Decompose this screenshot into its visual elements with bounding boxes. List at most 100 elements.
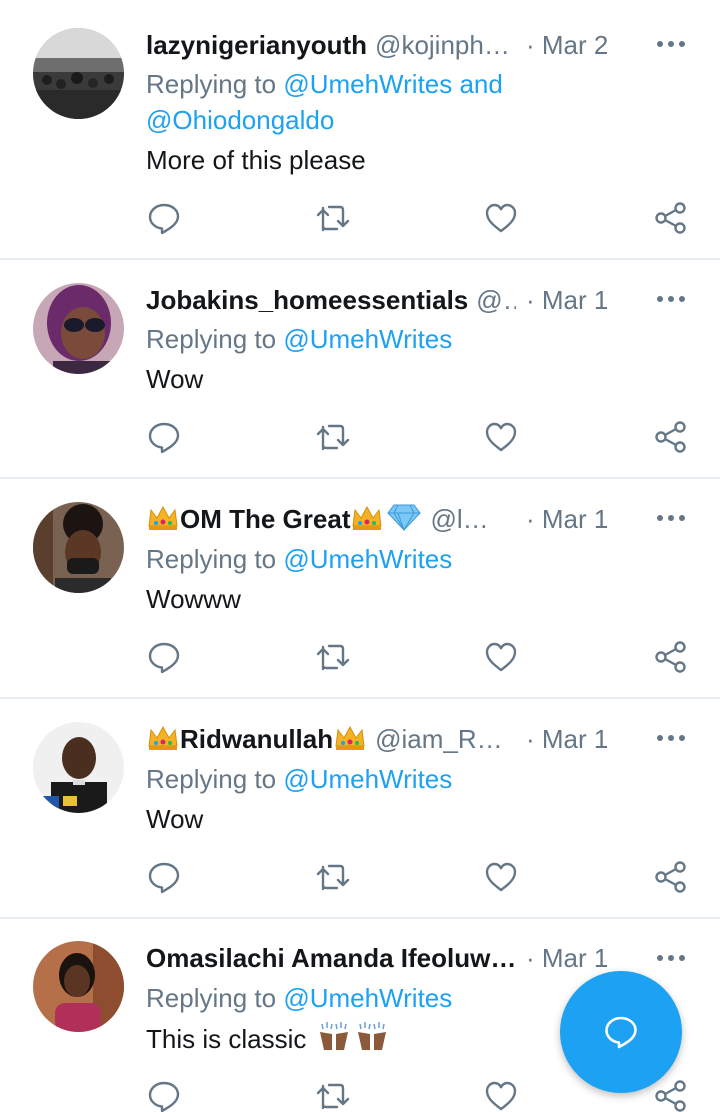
tweet-3[interactable]: OM The Great @la… · Mar 1 Replying to @U…	[0, 479, 720, 697]
tweet-actions	[0, 860, 720, 896]
display-name[interactable]: Jobakins_homeessentials	[146, 280, 468, 320]
tweet-text: More of this please	[146, 145, 366, 175]
reply-button[interactable]	[147, 420, 181, 454]
more-icon[interactable]	[656, 295, 686, 303]
user-handle[interactable]: @la…	[430, 499, 502, 539]
reply-button[interactable]	[147, 1079, 181, 1112]
avatar[interactable]	[33, 722, 124, 813]
reply-icon	[148, 1081, 180, 1112]
like-button[interactable]	[484, 860, 518, 894]
more-icon[interactable]	[656, 514, 686, 522]
tweet-date[interactable]: · Mar 1	[526, 499, 608, 539]
replying-to-label: Replying to	[146, 764, 284, 794]
tweet-actions	[0, 420, 720, 456]
share-icon	[655, 202, 686, 234]
gem-emoji-icon	[387, 504, 422, 531]
tweet-header: Omasilachi Amanda Ifeoluw… · Mar 1	[146, 938, 636, 978]
tweet-2[interactable]: Jobakins_homeessentials @.. · Mar 1 Reply…	[0, 260, 720, 477]
retweet-icon	[316, 424, 350, 451]
tweet-date[interactable]: · Mar 1	[526, 719, 608, 759]
more-icon[interactable]	[656, 40, 686, 48]
tweet-4[interactable]: Ridwanullah @iam_Re… · Mar 1 Replying to…	[0, 699, 720, 917]
replying-to: Replying to @UmehWrites	[146, 321, 566, 357]
more-icon[interactable]	[656, 734, 686, 742]
retweet-button[interactable]	[316, 640, 350, 674]
display-name[interactable]: OM The Great	[146, 499, 422, 539]
display-name-text: Ridwanullah	[180, 724, 334, 754]
share-button[interactable]	[654, 1079, 688, 1112]
crown-emoji-icon	[335, 725, 365, 750]
tweet-header: Ridwanullah @iam_Re… · Mar 1	[146, 719, 636, 759]
avatar[interactable]	[33, 28, 124, 119]
replying-to: Replying to @UmehWrites	[146, 761, 566, 797]
compose-reply-icon	[605, 1016, 637, 1049]
mention-link[interactable]: @UmehWrites	[283, 324, 452, 354]
tweet-text: Wow	[146, 364, 204, 394]
tweet-actions	[0, 640, 720, 676]
tweet-1[interactable]: lazynigerianyouth @kojinph… · Mar 2 Reply…	[0, 0, 720, 258]
tweet-header: Jobakins_homeessentials @.. · Mar 1	[146, 280, 636, 320]
retweet-button[interactable]	[316, 1079, 350, 1112]
tweet-text: Wowww	[146, 584, 241, 614]
reply-button[interactable]	[147, 201, 181, 235]
share-icon	[655, 641, 686, 673]
tweet-header: OM The Great @la… · Mar 1	[146, 499, 636, 539]
user-handle[interactable]: @iam_Re…	[375, 719, 507, 759]
reply-icon	[148, 862, 180, 894]
replying-to: Replying to @UmehWrites	[146, 980, 566, 1016]
reply-icon	[148, 642, 180, 674]
mention-link[interactable]: @UmehWrites	[283, 544, 452, 574]
share-button[interactable]	[654, 201, 688, 235]
replying-to-label: Replying to	[146, 324, 284, 354]
heart-icon	[485, 203, 517, 233]
share-button[interactable]	[654, 860, 688, 894]
user-handle[interactable]: @kojinph…	[375, 25, 510, 65]
avatar[interactable]	[33, 502, 124, 593]
raising-hands-emoji-icon	[319, 1022, 348, 1050]
avatar[interactable]	[33, 283, 124, 374]
share-icon	[655, 421, 686, 453]
more-icon[interactable]	[656, 954, 686, 962]
retweet-icon	[316, 1083, 350, 1110]
mention-link[interactable]: @UmehWrites	[283, 983, 452, 1013]
like-button[interactable]	[484, 640, 518, 674]
like-button[interactable]	[484, 420, 518, 454]
share-button[interactable]	[654, 640, 688, 674]
tweet-text-content: This is classic	[146, 1024, 307, 1054]
replying-to-label: Replying to	[146, 983, 284, 1013]
like-button[interactable]	[484, 1079, 518, 1112]
share-icon	[655, 861, 686, 893]
tweet-date[interactable]: · Mar 2	[526, 25, 608, 65]
tweet-text: This is classic	[146, 1020, 390, 1057]
retweet-button[interactable]	[316, 201, 350, 235]
user-handle[interactable]: @..	[476, 280, 516, 320]
raising-hands-emoji-icon	[357, 1022, 386, 1050]
tweet-text: Wow	[146, 804, 204, 834]
replying-to: Replying to @UmehWrites and @Ohiodongald…	[146, 66, 566, 138]
display-name[interactable]: lazynigerianyouth	[146, 25, 367, 65]
mention-link[interactable]: @UmehWrites	[283, 764, 452, 794]
reply-button[interactable]	[147, 860, 181, 894]
reply-icon	[148, 422, 180, 454]
display-name-text: OM The Great	[180, 504, 351, 534]
tweet-date[interactable]: · Mar 1	[526, 280, 608, 320]
retweet-button[interactable]	[316, 860, 350, 894]
crown-emoji-icon	[148, 505, 178, 530]
display-name[interactable]: Omasilachi Amanda Ifeoluw…	[146, 938, 516, 978]
tweet-actions	[0, 201, 720, 237]
compose-reply-button[interactable]	[560, 971, 682, 1093]
display-name[interactable]: Ridwanullah	[146, 719, 367, 759]
retweet-icon	[316, 644, 350, 671]
heart-icon	[485, 1081, 517, 1111]
reply-button[interactable]	[147, 640, 181, 674]
retweet-button[interactable]	[316, 420, 350, 454]
heart-icon	[485, 642, 517, 672]
like-button[interactable]	[484, 201, 518, 235]
heart-icon	[485, 422, 517, 452]
crown-emoji-icon	[148, 725, 178, 750]
share-button[interactable]	[654, 420, 688, 454]
crown-emoji-icon	[352, 505, 383, 530]
avatar[interactable]	[33, 941, 124, 1032]
tweet-header: lazynigerianyouth @kojinph… · Mar 2	[146, 25, 636, 65]
tweet-date[interactable]: · Mar 1	[526, 938, 608, 978]
